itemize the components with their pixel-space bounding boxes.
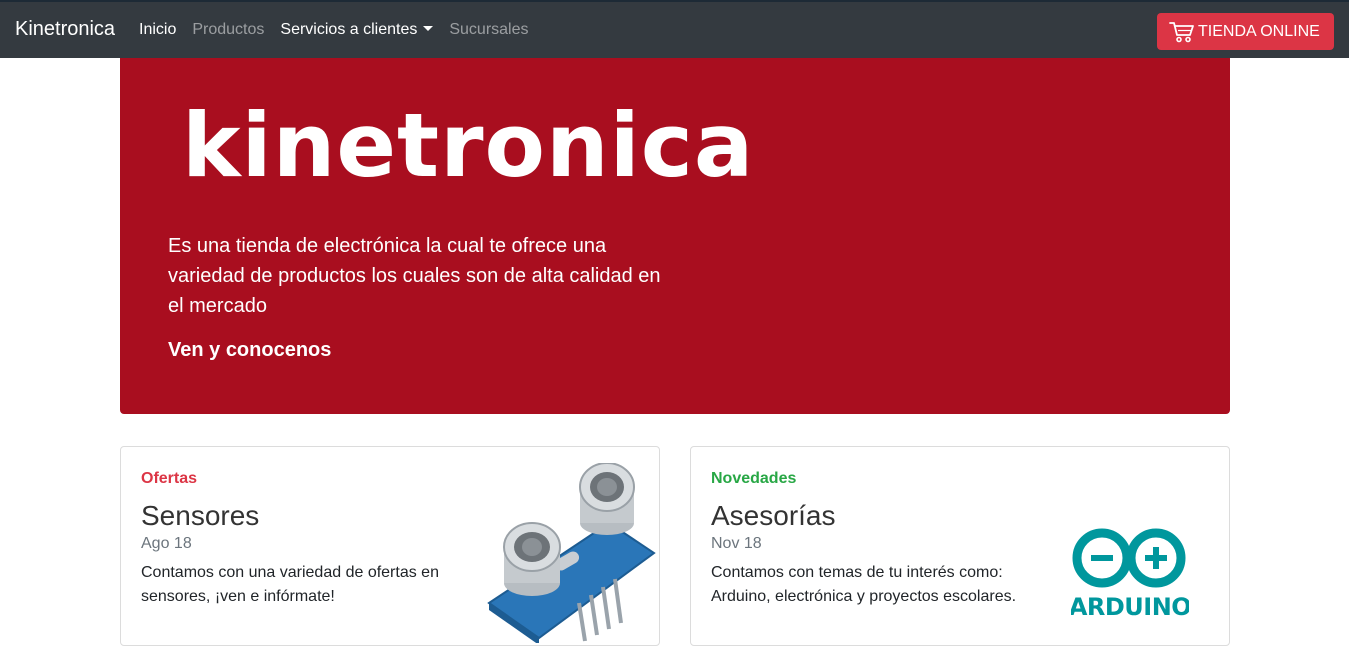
hero-cta: Ven y conocenos [168, 339, 332, 361]
hero-banner: kinetronica Es una tienda de electrónica… [120, 58, 1230, 414]
arduino-logo-text: ARDUINO [1071, 593, 1189, 619]
tienda-online-button[interactable]: TIENDA ONLINE [1157, 13, 1334, 50]
card-text: Contamos con temas de tu interés como: A… [711, 564, 1017, 605]
nav-dropdown-servicios[interactable]: Servicios a clientes [280, 21, 434, 39]
card-title: Asesorías [711, 500, 836, 531]
brand-link[interactable]: Kinetronica [15, 18, 115, 41]
nav-links: Inicio Productos Servicios a clientes Su… [139, 21, 545, 39]
arduino-logo: ARDUINO [1071, 528, 1189, 619]
nav-link-sucursales[interactable]: Sucursales [449, 21, 528, 39]
tienda-online-label: TIENDA ONLINE [1198, 22, 1320, 40]
card-date: Nov 18 [711, 535, 762, 552]
card-date: Ago 18 [141, 535, 192, 552]
card-novedades: Novedades Asesorías Nov 18 Contamos con … [690, 446, 1230, 646]
card-ofertas: Ofertas Sensores Ago 18 Contamos con una… [120, 446, 660, 646]
card-text: Contamos con una variedad de ofertas en … [141, 564, 439, 605]
navbar: Kinetronica Inicio Productos Servicios a… [0, 0, 1349, 58]
ultrasonic-sensor-image [487, 463, 656, 643]
nav-dropdown-label: Servicios a clientes [280, 21, 418, 38]
cart-icon [1169, 21, 1194, 42]
kinetronica-logo: kinetronica [182, 94, 755, 197]
card-title: Sensores [141, 500, 260, 531]
card-tag: Ofertas [141, 470, 198, 487]
hero-description: Es una tienda de electrónica la cual te … [168, 235, 661, 317]
caret-down-icon [423, 26, 434, 31]
nav-link-inicio[interactable]: Inicio [139, 21, 176, 39]
nav-link-productos[interactable]: Productos [192, 21, 264, 39]
card-tag: Novedades [711, 470, 797, 487]
